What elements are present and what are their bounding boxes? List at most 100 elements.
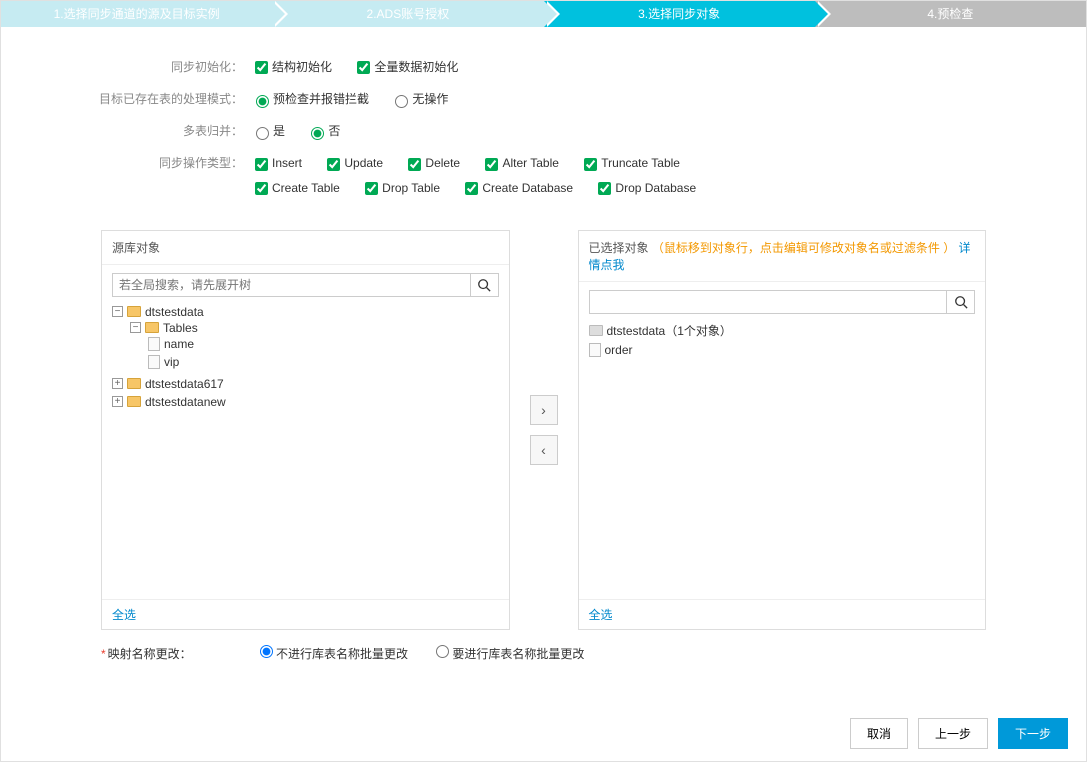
wizard-steps: 1.选择同步通道的源及目标实例 2.ADS账号授权 3.选择同步对象 4.预检查 [1, 1, 1086, 27]
init-full-option[interactable]: 全量数据初始化 [353, 60, 458, 74]
move-left-button[interactable]: ‹ [530, 435, 558, 465]
init-struct-option[interactable]: 结构初始化 [251, 60, 332, 74]
collapse-icon[interactable]: − [112, 306, 123, 317]
op-drop-db-text: Drop Database [615, 181, 696, 195]
folder-icon [127, 378, 141, 389]
op-create-db-checkbox[interactable] [465, 182, 478, 195]
tree-node-tables[interactable]: − Tables [130, 321, 499, 335]
step-3-label: 3.选择同步对象 [638, 7, 720, 21]
exist-precheck-option[interactable]: 预检查并报错拦截 [251, 92, 369, 106]
search-icon [477, 278, 491, 292]
init-full-checkbox[interactable] [357, 61, 370, 74]
expand-icon[interactable]: + [112, 378, 123, 389]
mapping-row: *映射名称更改： 不进行库表名称批量更改 要进行库表名称批量更改 [1, 630, 1086, 674]
op-alter-text: Alter Table [502, 156, 558, 170]
step-1[interactable]: 1.选择同步通道的源及目标实例 [1, 1, 272, 27]
source-search-input[interactable] [113, 274, 470, 296]
required-asterisk: * [101, 647, 106, 661]
op-update-checkbox[interactable] [327, 158, 340, 171]
exist-precheck-radio[interactable] [256, 95, 269, 108]
mapping-do-change-option[interactable]: 要进行库表名称批量更改 [431, 647, 584, 661]
op-drop-table-text: Drop Table [382, 181, 440, 195]
op-insert-text: Insert [272, 156, 302, 170]
exist-noop-text: 无操作 [412, 92, 448, 106]
mapping-no-change-radio[interactable] [260, 645, 273, 658]
tree-node-db3-label: dtstestdatanew [145, 395, 226, 409]
op-create-db[interactable]: Create Database [461, 181, 573, 195]
cancel-button[interactable]: 取消 [850, 718, 908, 749]
op-create-table-checkbox[interactable] [255, 182, 268, 195]
merge-no-option[interactable]: 否 [306, 124, 340, 138]
op-drop-db[interactable]: Drop Database [594, 181, 696, 195]
prev-button[interactable]: 上一步 [918, 718, 988, 749]
target-search-button[interactable] [946, 291, 974, 313]
tree-node-db2[interactable]: + dtstestdata617 [112, 377, 499, 391]
step-2[interactable]: 2.ADS账号授权 [272, 1, 543, 27]
file-icon [148, 355, 160, 369]
target-panel-header: 已选择对象 （鼠标移到对象行，点击编辑可修改对象名或过滤条件 ） 详情点我 [579, 231, 986, 282]
exist-noop-radio[interactable] [395, 95, 408, 108]
merge-no-text: 否 [328, 124, 340, 138]
source-search [112, 273, 499, 297]
merge-yes-radio[interactable] [256, 127, 269, 140]
collapse-icon[interactable]: − [130, 322, 141, 333]
target-select-all[interactable]: 全选 [589, 608, 613, 622]
folder-icon [127, 396, 141, 407]
tree-node-vip[interactable]: vip [148, 355, 499, 369]
mapping-do-change-radio[interactable] [436, 645, 449, 658]
op-create-table[interactable]: Create Table [251, 181, 340, 195]
op-create-db-text: Create Database [482, 181, 573, 195]
file-icon [148, 337, 160, 351]
folder-icon [127, 306, 141, 317]
init-struct-checkbox[interactable] [255, 61, 268, 74]
op-insert-checkbox[interactable] [255, 158, 268, 171]
step-2-label: 2.ADS账号授权 [367, 7, 450, 21]
target-node-order[interactable]: order [589, 343, 976, 357]
init-full-text: 全量数据初始化 [374, 60, 458, 74]
next-button[interactable]: 下一步 [998, 718, 1068, 749]
tree-node-db1[interactable]: − dtstestdata [112, 305, 499, 319]
step-4[interactable]: 4.预检查 [815, 1, 1086, 27]
mapping-no-change-option[interactable]: 不进行库表名称批量更改 [255, 647, 408, 661]
tree-node-db2-label: dtstestdata617 [145, 377, 224, 391]
op-alter-checkbox[interactable] [485, 158, 498, 171]
tree-node-db3[interactable]: + dtstestdatanew [112, 395, 499, 409]
op-drop-db-checkbox[interactable] [598, 182, 611, 195]
exist-noop-option[interactable]: 无操作 [390, 92, 448, 106]
mapping-no-change-text: 不进行库表名称批量更改 [276, 647, 408, 661]
folder-icon [589, 325, 603, 336]
op-drop-table-checkbox[interactable] [365, 182, 378, 195]
source-select-all[interactable]: 全选 [112, 608, 136, 622]
source-search-button[interactable] [470, 274, 498, 296]
op-insert[interactable]: Insert [251, 156, 302, 170]
merge-yes-option[interactable]: 是 [251, 124, 285, 138]
op-update[interactable]: Update [323, 156, 383, 170]
target-node-db[interactable]: dtstestdata（1个对象） [589, 322, 976, 339]
op-truncate-checkbox[interactable] [584, 158, 597, 171]
target-panel-title: 已选择对象 [589, 241, 649, 255]
target-node-order-label: order [605, 343, 633, 357]
init-struct-text: 结构初始化 [272, 60, 332, 74]
search-icon [954, 295, 968, 309]
op-truncate[interactable]: Truncate Table [580, 156, 680, 170]
source-panel-title: 源库对象 [102, 231, 509, 265]
target-panel-hint: （鼠标移到对象行，点击编辑可修改对象名或过滤条件 ） [652, 241, 955, 255]
move-right-button[interactable]: › [530, 395, 558, 425]
merge-yes-text: 是 [273, 124, 285, 138]
op-alter[interactable]: Alter Table [481, 156, 558, 170]
merge-no-radio[interactable] [311, 127, 324, 140]
tree-node-name[interactable]: name [148, 337, 499, 351]
step-3[interactable]: 3.选择同步对象 [544, 1, 815, 27]
op-delete[interactable]: Delete [404, 156, 460, 170]
init-label: 同步初始化： [21, 57, 251, 77]
step-4-label: 4.预检查 [927, 7, 973, 21]
file-icon [589, 343, 601, 357]
op-delete-text: Delete [425, 156, 460, 170]
op-delete-checkbox[interactable] [408, 158, 421, 171]
target-search-input[interactable] [590, 291, 947, 313]
op-create-table-text: Create Table [272, 181, 340, 195]
expand-icon[interactable]: + [112, 396, 123, 407]
source-tree: − dtstestdata − Tables [112, 303, 499, 411]
target-search [589, 290, 976, 314]
op-drop-table[interactable]: Drop Table [361, 181, 440, 195]
